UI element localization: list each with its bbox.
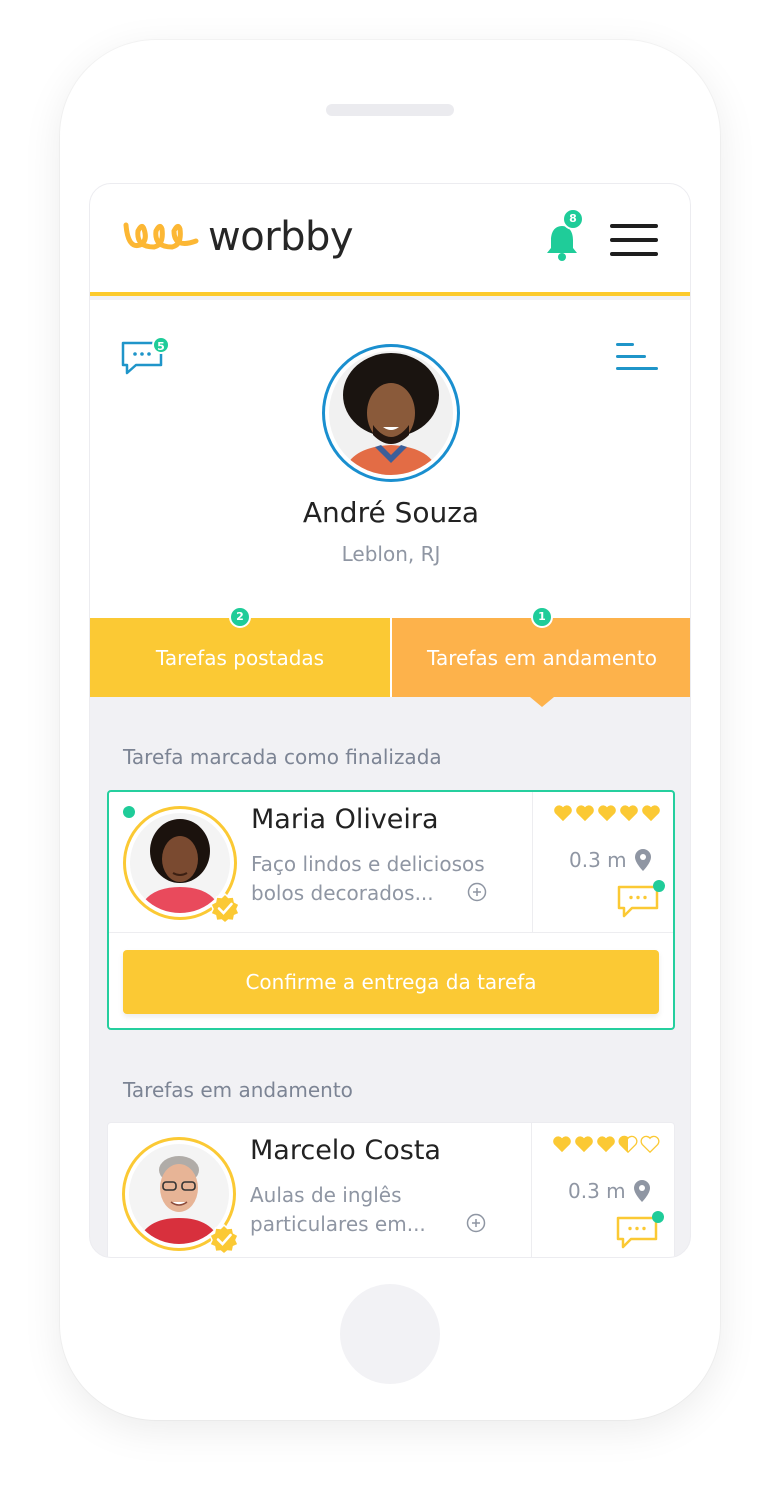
card-divider <box>109 932 673 933</box>
profile-name: André Souza <box>302 496 480 529</box>
worker-name: Marcelo Costa <box>250 1135 441 1166</box>
worker-name: Maria Oliveira <box>251 804 439 835</box>
worbby-logo-icon <box>123 222 199 250</box>
heart-icon <box>553 1136 571 1153</box>
chat-with-worker-button[interactable] <box>617 880 665 920</box>
notifications-badge: 8 <box>562 208 584 230</box>
online-status-dot <box>123 806 135 818</box>
messages-button[interactable]: 5 <box>120 336 170 380</box>
distance-value: 0.3 m <box>569 848 627 872</box>
heart-icon <box>575 1136 593 1153</box>
profile-location: Leblon, RJ <box>341 542 441 566</box>
half-heart-icon <box>618 1135 638 1153</box>
phone-speaker <box>326 104 454 116</box>
tab-label: Tarefas em andamento <box>427 645 657 670</box>
notifications-button[interactable]: 8 <box>542 208 584 262</box>
profile-avatar[interactable] <box>322 344 460 482</box>
app-screen: worbby 8 5 André Souza Leblon, RJ 2 Tare… <box>89 183 691 1258</box>
location-pin-icon <box>634 849 651 871</box>
hamburger-menu-icon[interactable] <box>610 224 658 258</box>
logo-text: worbby <box>208 214 354 260</box>
distance-value: 0.3 m <box>568 1179 626 1203</box>
empty-heart-icon <box>640 1135 660 1153</box>
task-tabs: 2 Tarefas postadas 1 Tarefas em andament… <box>90 606 690 697</box>
worker-distance: 0.3 m <box>569 848 651 872</box>
tab-tasks-in-progress[interactable]: 1 Tarefas em andamento <box>392 606 690 697</box>
chat-with-worker-button[interactable] <box>616 1211 664 1251</box>
plus-circle-icon[interactable] <box>466 1213 486 1233</box>
verified-badge-icon <box>210 893 240 923</box>
filter-icon[interactable] <box>616 343 660 373</box>
heart-icon <box>597 1136 615 1153</box>
user-photo <box>329 351 453 475</box>
unread-dot <box>652 1211 664 1223</box>
worbby-logo[interactable]: worbby <box>122 214 354 260</box>
section-title-running: Tarefas em andamento <box>123 1078 353 1102</box>
worker-avatar[interactable] <box>122 1137 239 1254</box>
app-header: worbby 8 <box>90 184 690 296</box>
worker-avatar[interactable] <box>123 806 240 923</box>
heart-icon <box>642 805 660 822</box>
confirm-delivery-button[interactable]: Confirme a entrega da tarefa <box>123 950 659 1014</box>
messages-badge: 5 <box>152 336 170 354</box>
unread-dot <box>653 880 665 892</box>
tab-badge: 2 <box>229 606 251 628</box>
heart-icon <box>554 805 572 822</box>
task-card[interactable]: Marcelo Costa Aulas de inglês particular… <box>107 1122 675 1257</box>
worker-distance: 0.3 m <box>568 1179 650 1203</box>
section-title-done: Tarefa marcada como finalizada <box>123 745 442 769</box>
card-divider <box>531 1123 532 1257</box>
heart-icon <box>598 805 616 822</box>
active-tab-indicator <box>530 697 554 707</box>
card-divider <box>532 792 533 932</box>
tab-label: Tarefas postadas <box>155 645 325 670</box>
rating-hearts <box>553 804 661 822</box>
heart-icon <box>576 805 594 822</box>
tab-posted-tasks[interactable]: 2 Tarefas postadas <box>90 606 392 697</box>
task-card[interactable]: Maria Oliveira Faço lindos e deliciosos … <box>107 790 675 1030</box>
plus-circle-icon[interactable] <box>467 882 487 902</box>
location-pin-icon <box>633 1180 650 1202</box>
rating-hearts <box>552 1135 660 1153</box>
home-button[interactable] <box>340 1284 440 1384</box>
verified-badge-icon <box>209 1224 239 1254</box>
heart-icon <box>620 805 638 822</box>
profile-panel: 5 André Souza Leblon, RJ <box>90 300 690 618</box>
tab-badge: 1 <box>531 606 553 628</box>
